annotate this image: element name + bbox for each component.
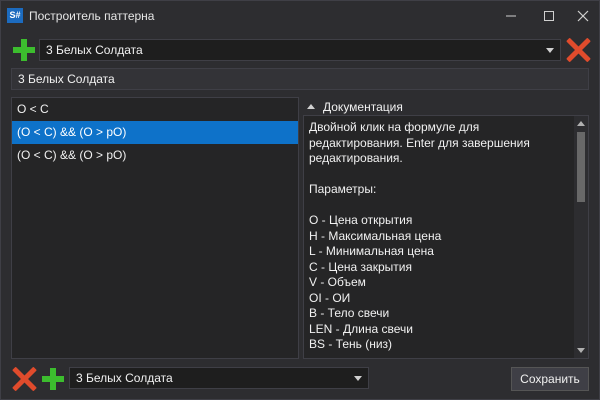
scroll-up-icon[interactable] [577,121,585,126]
bottom-pattern-select[interactable]: 3 Белых Солдата [69,367,369,389]
save-button[interactable]: Сохранить [511,367,589,391]
maximize-icon [544,11,554,21]
pattern-select-value: 3 Белых Солдата [46,43,143,57]
pattern-name-input[interactable] [11,68,589,90]
app-icon: S# [7,8,23,23]
title-bar[interactable]: S# Построитель паттерна [1,1,599,31]
add-formula-button[interactable] [42,368,64,390]
pattern-select[interactable]: 3 Белых Солдата [39,39,561,61]
scroll-down-icon[interactable] [577,348,585,353]
formula-item[interactable]: (O < C) && (O > pO) [12,144,298,167]
minimize-button[interactable] [495,1,527,31]
scroll-thumb[interactable] [577,132,585,202]
close-icon [577,10,589,22]
formula-item-selected[interactable]: (O < C) && (O > pO) [12,121,298,144]
documentation-toggle[interactable]: Документация [307,99,403,115]
pattern-builder-window: S# Построитель паттерна 3 Белых Солдата … [0,0,600,400]
documentation-title: Документация [323,100,403,114]
collapse-triangle-icon [307,104,315,109]
chevron-down-icon [546,48,554,53]
documentation-scrollbar[interactable] [574,116,588,358]
documentation-panel: Двойной клик на формуле для редактирован… [303,115,589,359]
delete-formula-button[interactable] [12,367,36,391]
add-pattern-button[interactable] [13,39,35,61]
delete-pattern-button[interactable] [566,38,590,62]
maximize-button[interactable] [533,1,565,31]
formula-list[interactable]: O < C (O < C) && (O > pO) (O < C) && (O … [11,97,299,359]
bottom-pattern-select-value: 3 Белых Солдата [76,371,173,385]
close-button[interactable] [567,1,599,31]
window-title: Построитель паттерна [29,9,155,23]
chevron-down-icon [354,376,362,381]
minimize-icon [506,15,516,17]
formula-item[interactable]: O < C [12,98,298,121]
documentation-text: Двойной клик на формуле для редактирован… [309,120,530,351]
